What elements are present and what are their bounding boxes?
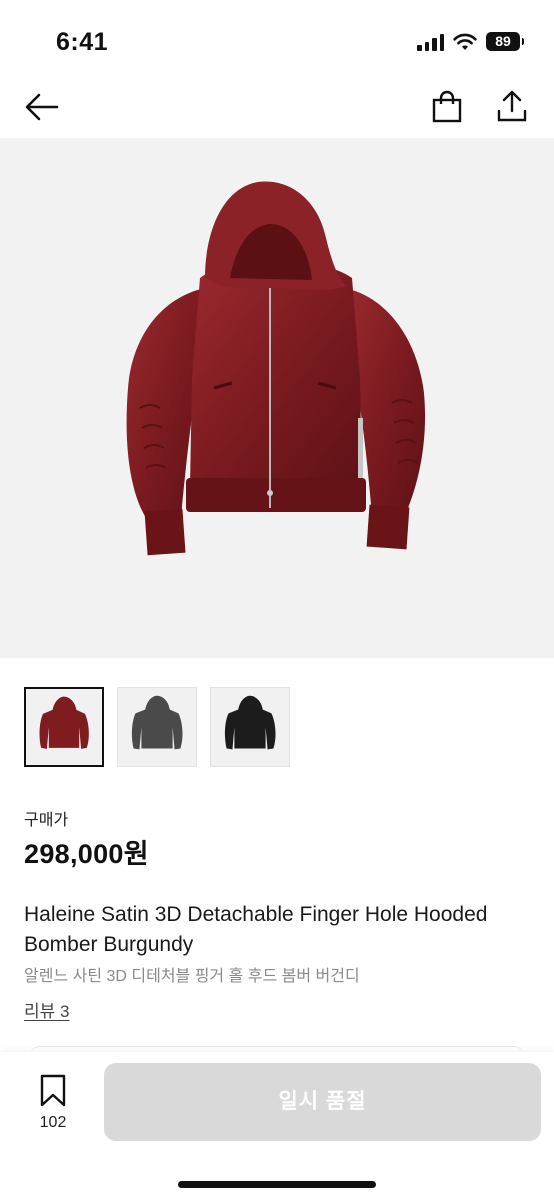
home-indicator	[178, 1181, 376, 1188]
top-nav	[0, 88, 554, 138]
thumbnail-gallery	[24, 687, 290, 767]
shopping-bag-icon[interactable]	[432, 90, 462, 124]
battery-icon: 89	[486, 32, 524, 51]
cellular-signal-icon	[417, 33, 444, 51]
bookmark-count: 102	[39, 1114, 67, 1131]
jacket-thumbnail-charcoal	[131, 695, 183, 750]
thumbnail-charcoal[interactable]	[117, 687, 197, 767]
wifi-icon	[453, 33, 477, 50]
price-label: 구매가	[24, 812, 69, 829]
product-main-image[interactable]	[0, 138, 554, 658]
status-time: 6:41	[56, 28, 109, 56]
thumbnail-burgundy[interactable]	[24, 687, 104, 767]
status-icons: 89	[417, 32, 524, 51]
product-price: 298,000원	[24, 839, 149, 869]
review-link[interactable]: 리뷰 3	[24, 997, 69, 1022]
thumbnail-black[interactable]	[210, 687, 290, 767]
bookmark-icon	[40, 1074, 66, 1107]
back-arrow-icon[interactable]	[24, 92, 60, 122]
status-bar: 6:41 89	[0, 0, 554, 88]
temporarily-sold-out-button[interactable]: 일시 품절	[104, 1063, 541, 1141]
product-title-korean: 알렌느 사틴 3D 디테처블 핑거 홀 후드 봄버 버건디	[24, 968, 360, 985]
bookmark-button[interactable]: 102	[30, 1074, 76, 1132]
jacket-thumbnail-burgundy	[39, 696, 89, 749]
jacket-thumbnail-black	[224, 695, 276, 750]
bottom-action-bar: 102 일시 품절	[0, 1052, 554, 1200]
hooded-bomber-jacket-image	[126, 181, 426, 556]
share-icon[interactable]	[496, 89, 528, 123]
product-title-english: Haleine Satin 3D Detachable Finger Hole …	[24, 903, 488, 956]
